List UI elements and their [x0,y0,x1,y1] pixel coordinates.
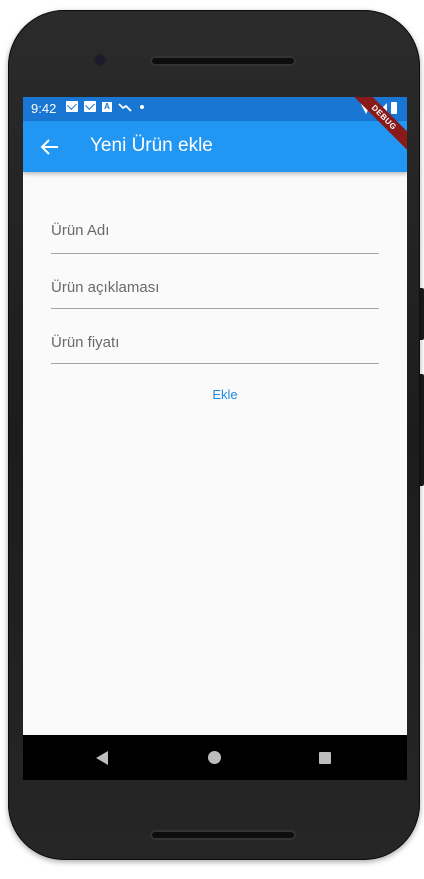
navigation-bar [23,735,407,780]
product-form: Ekle [51,197,379,402]
status-bar: 9:42 A [23,97,407,121]
app-bar: Yeni Ürün ekle [23,121,407,172]
input-underline [51,363,379,364]
bottom-speaker [150,830,296,840]
product-description-input[interactable] [51,254,379,308]
product-price-input[interactable] [51,309,379,363]
product-description-field-wrap [51,254,379,309]
top-speaker [150,56,296,66]
a-icon: A [102,101,112,112]
gmail-icon [66,101,78,112]
arrow-back-icon [40,139,58,155]
nav-recents-icon[interactable] [319,752,331,764]
add-button[interactable]: Ekle [185,381,265,409]
nav-home-icon[interactable] [208,751,221,764]
battery-icon [391,102,397,114]
trend-icon [118,101,132,112]
product-name-input[interactable] [51,197,379,251]
product-price-field-wrap [51,309,379,364]
product-name-field-wrap [51,197,379,254]
page-title: Yeni Ürün ekle [90,135,213,156]
dot-icon [140,104,144,109]
nav-back-icon[interactable] [96,751,108,765]
app-screen: 9:42 A Yeni Ürün ekle DEBUG Ürün Adı Ürü… [23,97,407,780]
status-time: 9:42 [31,101,57,116]
gmail-icon [84,101,96,112]
notification-icons: A [66,101,144,112]
back-button[interactable] [31,127,71,167]
front-camera [95,55,105,65]
